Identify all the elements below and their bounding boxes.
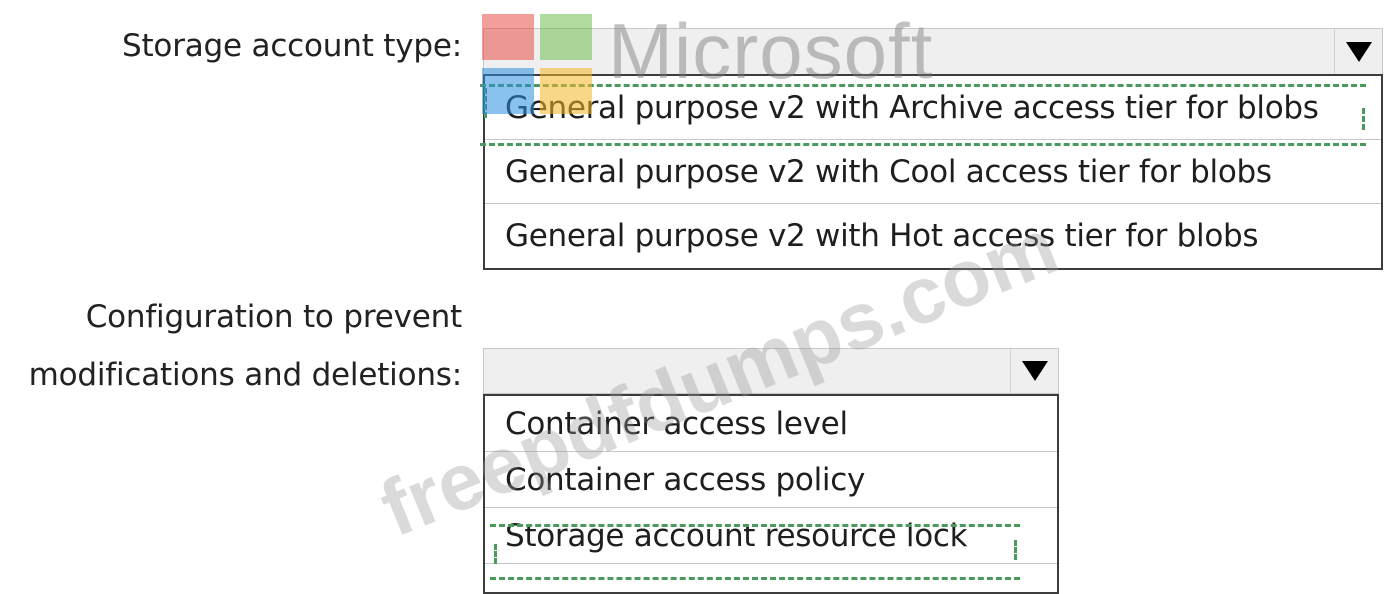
microsoft-logo-icon — [472, 12, 602, 116]
configuration-options: Container access level Container access … — [483, 394, 1059, 594]
microsoft-watermark-text: Microsoft — [608, 7, 934, 95]
storage-account-type-options: General purpose v2 with Archive access t… — [483, 74, 1383, 270]
storage-account-type-label: Storage account type: — [122, 28, 462, 64]
configuration-dropdown[interactable] — [483, 348, 1059, 394]
config-option-access-level[interactable]: Container access level — [485, 396, 1057, 452]
triangle-down-icon[interactable] — [1010, 349, 1058, 393]
storage-selection-highlight-right — [1362, 108, 1365, 130]
configuration-label-line1: Configuration to prevent — [85, 299, 463, 335]
triangle-down-icon[interactable] — [1334, 29, 1382, 75]
config-option-resource-lock[interactable]: Storage account resource lock — [485, 508, 1057, 564]
storage-option-cool[interactable]: General purpose v2 with Cool access tier… — [485, 140, 1381, 204]
config-selection-highlight-right — [1014, 540, 1017, 560]
config-selection-highlight-left — [494, 544, 497, 564]
config-option-access-policy[interactable]: Container access policy — [485, 452, 1057, 508]
storage-option-hot[interactable]: General purpose v2 with Hot access tier … — [485, 204, 1381, 268]
configuration-label-line2: modifications and deletions: — [28, 357, 463, 393]
configuration-label: Configuration to prevent modifications a… — [28, 288, 463, 404]
